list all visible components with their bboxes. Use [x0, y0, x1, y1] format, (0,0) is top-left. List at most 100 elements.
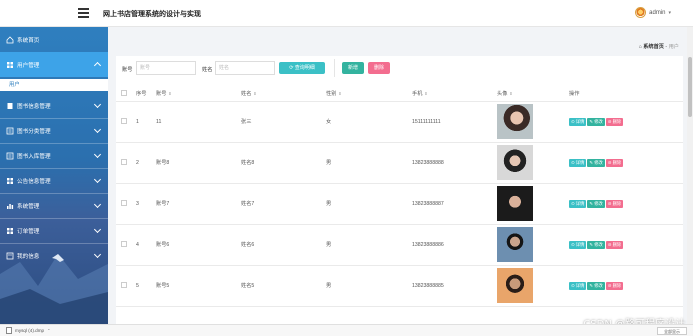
table-row[interactable]: 4 账号6 姓名6 男 13823888886 ⊙ 详情 ✎ 修改 ⊘ 删除 — [116, 224, 683, 266]
cell-index: 2 — [136, 142, 156, 184]
detail-button[interactable]: ⊙ 详情 — [569, 117, 587, 126]
top-bar: 网上书店管理系统的设计与实现 admin ▾ — [0, 0, 693, 27]
sidebar-item-label: 公告信息管理 — [17, 178, 51, 185]
header-photo[interactable]: 头像 ⬍ — [497, 87, 569, 102]
sidebar-item-label: 系统管理 — [17, 203, 40, 210]
account-input[interactable]: 账号 — [136, 61, 196, 75]
row-checkbox[interactable] — [121, 199, 127, 206]
grid-icon — [7, 177, 13, 184]
app-title: 网上书店管理系统的设计与实现 — [103, 11, 201, 18]
edit-button[interactable]: ✎ 修改 — [587, 158, 605, 167]
cell-phone: 13823888888 — [412, 142, 497, 184]
row-checkbox[interactable] — [121, 281, 127, 288]
user-photo — [497, 186, 533, 221]
download-item[interactable]: mysql (4).dmp ⌃ — [6, 327, 50, 334]
cell-gender: 男 — [326, 224, 412, 266]
list-icon — [6, 127, 14, 134]
header-phone[interactable]: 手机 ⬍ — [412, 87, 497, 102]
detail-button[interactable]: ⊙ 详情 — [569, 240, 587, 249]
row-checkbox[interactable] — [121, 240, 127, 247]
cell-index: 3 — [136, 183, 156, 225]
avatar — [635, 7, 647, 18]
divider — [334, 59, 335, 77]
detail-button[interactable]: ⊙ 详情 — [569, 158, 587, 167]
remove-button[interactable]: ⊘ 删除 — [605, 199, 624, 208]
detail-button[interactable]: ⊙ 详情 — [569, 281, 587, 290]
select-all-checkbox[interactable] — [121, 89, 127, 96]
table-row[interactable]: 1 11 张三 女 15111111111 ⊙ 详情 ✎ 修改 ⊘ 删除 — [116, 101, 683, 143]
cell-phone: 13823888887 — [412, 183, 497, 225]
sidebar-item-book-info[interactable]: 图书信息管理 — [0, 93, 108, 118]
detail-button[interactable]: ⊙ 详情 — [569, 199, 587, 208]
sidebar: 系统首页 用户管理 用户 图书信息管理 图书分类管理 图书入库管理 公告信息管理… — [0, 27, 108, 324]
cell-index: 1 — [136, 101, 156, 143]
breadcrumb: ⌂ 系统首页 - 用户 — [639, 43, 679, 50]
remove-button[interactable]: ⊘ 删除 — [605, 117, 624, 126]
search-button[interactable]: ⟳ 查询明细 — [279, 62, 325, 74]
grid-icon — [7, 61, 13, 68]
header-name[interactable]: 姓名 ⬍ — [241, 87, 326, 102]
sidebar-item-label: 订单管理 — [17, 228, 40, 235]
edit-button[interactable]: ✎ 修改 — [587, 199, 605, 208]
cell-account: 账号6 — [156, 224, 241, 266]
sidebar-item-orders[interactable]: 订单管理 — [0, 218, 108, 243]
sidebar-item-label: 系统首页 — [17, 37, 40, 44]
sidebar-subitem-user[interactable]: 用户 — [0, 79, 108, 91]
doc-icon — [6, 252, 14, 259]
book-icon — [7, 102, 13, 109]
name-label: 姓名 — [202, 67, 213, 73]
table-row[interactable]: 2 账号8 姓名8 男 13823888888 ⊙ 详情 ✎ 修改 ⊘ 删除 — [116, 142, 683, 184]
sidebar-item-notice[interactable]: 公告信息管理 — [0, 168, 108, 193]
cell-index: 5 — [136, 265, 156, 307]
breadcrumb-current: 用户 — [668, 44, 679, 50]
sidebar-item-users[interactable]: 用户管理 — [0, 52, 108, 77]
breadcrumb-home[interactable]: 系统首页 — [643, 44, 664, 50]
user-menu[interactable]: admin ▾ — [635, 7, 671, 18]
chevron-down-icon — [93, 200, 102, 209]
sidebar-item-my-info[interactable]: 我的信息 — [0, 243, 108, 268]
sidebar-item-system[interactable]: 系统管理 — [0, 193, 108, 218]
sidebar-item-label: 我的信息 — [17, 253, 40, 260]
sidebar-item-label: 用户管理 — [17, 62, 40, 69]
show-all-button[interactable]: 全部显示 — [657, 327, 687, 335]
edit-button[interactable]: ✎ 修改 — [587, 117, 605, 126]
remove-button[interactable]: ⊘ 删除 — [605, 158, 624, 167]
page-scrollbar[interactable] — [687, 27, 693, 324]
edit-button[interactable]: ✎ 修改 — [587, 281, 605, 290]
sidebar-item-book-stock[interactable]: 图书入库管理 — [0, 143, 108, 168]
chevron-down-icon — [93, 100, 102, 109]
row-checkbox[interactable] — [121, 158, 127, 165]
download-filename: mysql (4).dmp — [15, 328, 45, 333]
chevron-up-icon — [93, 61, 102, 70]
cell-account: 账号7 — [156, 183, 241, 225]
header-gender[interactable]: 性别 ⬍ — [326, 87, 412, 102]
sidebar-item-book-category[interactable]: 图书分类管理 — [0, 118, 108, 143]
sidebar-item-label: 图书分类管理 — [17, 128, 51, 135]
sidebar-item-home[interactable]: 系统首页 — [0, 27, 108, 52]
remove-button[interactable]: ⊘ 删除 — [605, 240, 624, 249]
cell-gender: 女 — [326, 101, 412, 143]
menu-toggle-icon[interactable] — [78, 8, 89, 18]
cell-phone: 13823888886 — [412, 224, 497, 266]
edit-button[interactable]: ✎ 修改 — [587, 240, 605, 249]
user-photo — [497, 227, 533, 262]
scrollbar-thumb[interactable] — [688, 57, 692, 117]
name-input[interactable]: 姓名 — [215, 61, 275, 75]
sort-icon: ⬍ — [338, 91, 342, 97]
header-account[interactable]: 账号 ⬍ — [156, 87, 241, 102]
table-row[interactable]: 3 账号7 姓名7 男 13823888887 ⊙ 详情 ✎ 修改 ⊘ 删除 — [116, 183, 683, 225]
list-icon — [6, 152, 14, 159]
table-row[interactable]: 5 账号5 姓名5 男 13823888885 ⊙ 详情 ✎ 修改 ⊘ 删除 — [116, 265, 683, 307]
home-icon — [6, 35, 14, 43]
chevron-down-icon — [93, 125, 102, 134]
delete-button[interactable]: 删除 — [368, 62, 390, 74]
row-checkbox[interactable] — [121, 117, 127, 124]
add-button[interactable]: 新增 — [342, 62, 364, 74]
sort-icon: ⬍ — [509, 91, 513, 97]
remove-button[interactable]: ⊘ 删除 — [605, 281, 624, 290]
chevron-down-icon — [93, 225, 102, 234]
row-actions: ⊙ 详情 ✎ 修改 ⊘ 删除 — [569, 240, 683, 249]
search-button-label: 查询明细 — [294, 65, 315, 71]
row-actions: ⊙ 详情 ✎ 修改 ⊘ 删除 — [569, 117, 683, 126]
sort-icon: ⬍ — [424, 91, 428, 97]
